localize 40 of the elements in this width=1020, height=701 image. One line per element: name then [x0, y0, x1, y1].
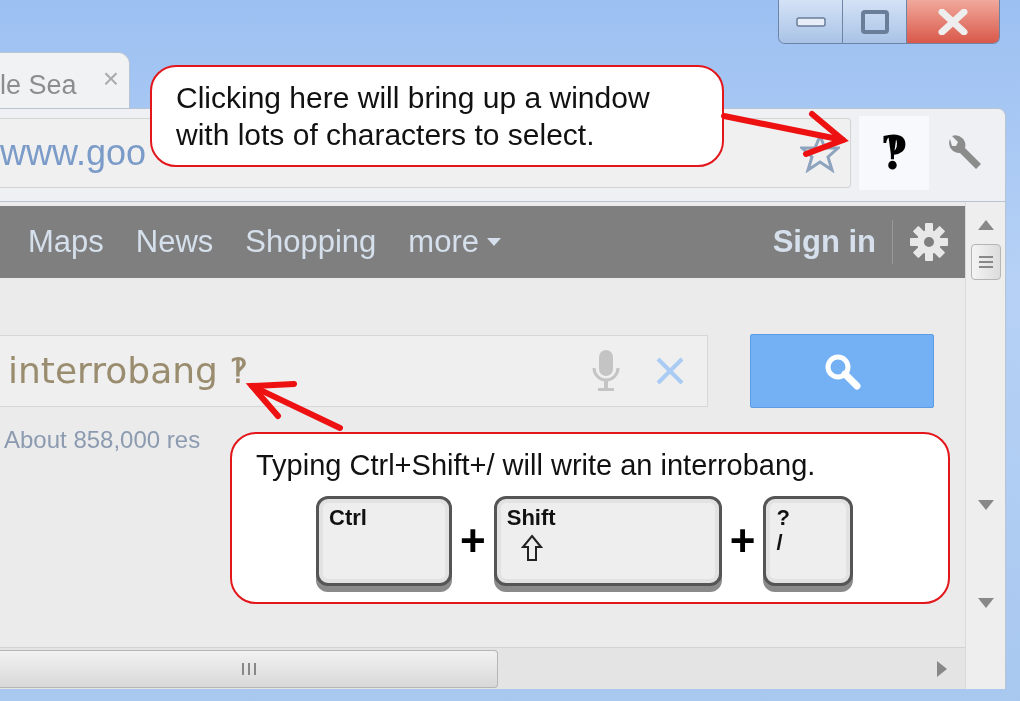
sign-in-link[interactable]: Sign in — [772, 218, 876, 266]
microphone-icon — [591, 350, 621, 392]
key-label: / — [776, 530, 784, 556]
scroll-down-icon[interactable] — [977, 598, 994, 608]
minimize-button[interactable] — [779, 0, 843, 43]
maximize-button[interactable] — [843, 0, 907, 43]
callout-text: Typing Ctrl+Shift+/ will write an interrobang. — [256, 448, 817, 482]
key-label: ? — [776, 505, 791, 531]
search-button[interactable] — [750, 334, 934, 408]
scrollbar-thumb[interactable] — [0, 649, 498, 688]
special-characters-button[interactable]: ‽ — [859, 116, 929, 190]
key-label: Shift — [506, 505, 556, 531]
callout-text: Clicking here will bring up a window with lots of characters to select. — [176, 80, 651, 153]
plus-sign: + — [729, 519, 756, 563]
grip-icon — [977, 255, 994, 269]
search-field[interactable]: interrobang ‽ — [6, 343, 591, 399]
scroll-right-icon[interactable] — [937, 660, 947, 677]
tab-close-button[interactable]: × — [102, 65, 119, 93]
nav-link[interactable]: Shopping — [245, 218, 377, 266]
close-button[interactable] — [907, 0, 999, 43]
plus-sign: + — [460, 519, 486, 563]
scroll-up-icon[interactable] — [977, 220, 994, 230]
scrollbar-thumb[interactable] — [970, 244, 1001, 280]
browser-tab[interactable]: le Sea × — [0, 52, 130, 108]
search-box[interactable]: interrobang ‽ — [0, 335, 708, 407]
address-text: www.goo — [0, 131, 147, 175]
tab-title: le Sea — [0, 69, 77, 102]
caret-icon — [487, 238, 501, 246]
nav-link[interactable]: Maps — [28, 218, 104, 266]
search-icon — [823, 352, 861, 390]
scroll-down-icon[interactable] — [977, 500, 994, 510]
results-count: About 858,000 res — [3, 425, 202, 455]
settings-icon[interactable] — [909, 222, 949, 262]
maximize-icon — [860, 9, 889, 34]
minimize-icon — [795, 16, 826, 27]
close-icon — [938, 8, 968, 35]
nav-link[interactable]: News — [135, 218, 214, 266]
nav-link[interactable]: more — [408, 218, 501, 266]
grip-icon — [240, 661, 257, 676]
up-arrow-icon — [520, 534, 543, 563]
